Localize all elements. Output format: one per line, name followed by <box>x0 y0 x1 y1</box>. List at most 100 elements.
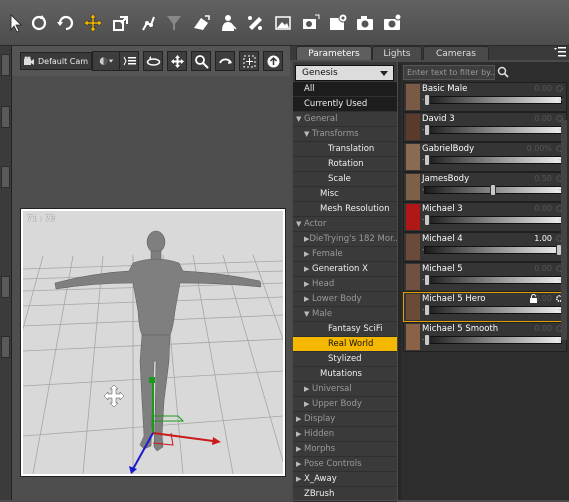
zoom-button[interactable] <box>191 51 211 71</box>
tree-node[interactable]: Rotation <box>293 157 397 172</box>
universal-tool-button[interactable] <box>190 12 212 34</box>
slider-knob[interactable] <box>424 304 430 316</box>
tree-node[interactable]: Translation <box>293 142 397 157</box>
pan-button[interactable] <box>167 51 187 71</box>
param-row[interactable]: David 30.00−+ <box>403 112 567 142</box>
tree-node[interactable]: Misc <box>293 187 397 202</box>
expand-right-icon[interactable]: ▶ <box>296 415 304 423</box>
param-slider[interactable] <box>424 336 562 344</box>
param-slider[interactable] <box>424 306 562 314</box>
joint-editor-button[interactable] <box>138 12 160 34</box>
surface-button[interactable] <box>244 12 266 34</box>
slider-knob[interactable] <box>490 184 496 196</box>
expand-right-icon[interactable]: ▶ <box>304 385 312 393</box>
expand-right-icon[interactable]: ▶ <box>296 445 304 453</box>
tab-lights[interactable]: Lights <box>372 46 422 60</box>
tree-node[interactable]: ▶ Upper Body <box>293 397 397 412</box>
param-slider[interactable] <box>424 156 562 164</box>
expand-right-icon[interactable]: ▶ <box>296 460 304 468</box>
translate-tool-button[interactable] <box>82 12 104 34</box>
slider-knob[interactable] <box>424 274 430 286</box>
slider-knob[interactable] <box>424 154 430 166</box>
slider-knob[interactable] <box>424 94 430 106</box>
gear-icon[interactable] <box>555 84 564 93</box>
param-row[interactable]: JamesBody0.50−+ <box>403 172 567 202</box>
side-tab[interactable] <box>1 276 10 298</box>
param-slider[interactable] <box>424 216 562 224</box>
tree-node[interactable]: ▼ General <box>293 112 397 127</box>
camera-selector[interactable]: Default Cam <box>20 52 92 70</box>
camera-settings-button[interactable] <box>300 12 322 34</box>
lock-icon[interactable] <box>529 294 538 303</box>
tree-node[interactable]: ▶ Lower Body <box>293 292 397 307</box>
tree-node[interactable]: ▼ Male <box>293 307 397 322</box>
slider-knob[interactable] <box>424 334 430 346</box>
param-row[interactable]: Michael 50.00−+ <box>403 262 567 292</box>
tree-node[interactable]: ▶ Universal <box>293 382 397 397</box>
tree-node[interactable]: ▶ Display <box>293 412 397 427</box>
param-row[interactable]: Basic Male0.00−+ <box>403 82 567 112</box>
tree-node[interactable]: ▼ Transforms <box>293 127 397 142</box>
param-row[interactable]: Michael 5 Smooth0.00−+ <box>403 322 567 352</box>
param-value[interactable]: 0.00 <box>534 204 552 213</box>
expand-right-icon[interactable]: ▶ <box>304 295 312 303</box>
param-row[interactable]: Michael 5 Hero0.00−+ <box>403 292 567 322</box>
orbit-button[interactable] <box>143 51 163 71</box>
tree-node[interactable]: Mutations <box>293 367 397 382</box>
tree-node[interactable]: Scale <box>293 172 397 187</box>
tree-node[interactable]: ▶ Head <box>293 277 397 292</box>
expand-down-icon[interactable]: ▼ <box>296 220 304 228</box>
param-value[interactable]: 0.00 <box>534 264 552 273</box>
param-value[interactable]: 0.00 <box>534 114 552 123</box>
pane-menu-icon[interactable] <box>553 46 567 58</box>
params-scrollbar[interactable] <box>561 120 567 340</box>
options-button[interactable] <box>119 51 139 71</box>
tree-node[interactable]: ▶ Hidden <box>293 427 397 442</box>
param-slider[interactable] <box>424 96 562 104</box>
tab-parameters[interactable]: Parameters <box>296 46 372 60</box>
search-icon[interactable] <box>497 66 509 78</box>
tree-node[interactable]: Mesh Resolution <box>293 202 397 217</box>
tree-node[interactable]: ▶ Generation X <box>293 262 397 277</box>
param-row[interactable]: GabrielBody0.00%−+ <box>403 142 567 172</box>
slider-knob[interactable] <box>424 214 430 226</box>
param-value[interactable]: 0.00 <box>534 84 552 93</box>
param-slider[interactable] <box>424 126 562 134</box>
expand-right-icon[interactable]: ▶ <box>304 400 312 408</box>
param-value[interactable]: 0.00 <box>534 324 552 333</box>
render-settings-button[interactable] <box>327 12 349 34</box>
tree-node[interactable]: ▶ DieTrying's 182 Mor... <box>293 232 397 247</box>
funnel-button[interactable] <box>163 12 185 34</box>
param-slider[interactable] <box>424 276 562 284</box>
expand-right-icon[interactable]: ▶ <box>296 475 304 483</box>
side-tab[interactable] <box>1 54 10 76</box>
tree-node[interactable]: ▶ Female <box>293 247 397 262</box>
expand-down-icon[interactable]: ▼ <box>304 130 312 138</box>
expand-right-icon[interactable]: ▶ <box>296 430 304 438</box>
tab-cameras[interactable]: Cameras <box>423 46 489 60</box>
scale-tool-button[interactable] <box>110 12 132 34</box>
tree-node[interactable]: ▶ Pose Controls <box>293 457 397 472</box>
param-slider[interactable] <box>424 246 562 254</box>
side-tab[interactable] <box>1 166 10 188</box>
param-value[interactable]: 0.00% <box>527 144 552 153</box>
param-row[interactable]: Michael 30.00−+ <box>403 202 567 232</box>
side-tab[interactable] <box>1 106 10 128</box>
tree-node[interactable]: Stylized <box>293 352 397 367</box>
figure-selector[interactable]: Genesis <box>295 65 394 81</box>
home-view-button[interactable] <box>263 51 283 71</box>
rotate-tool-button[interactable] <box>55 12 77 34</box>
draw-style-button[interactable] <box>92 51 120 71</box>
side-tab[interactable] <box>1 336 10 358</box>
param-value[interactable]: 1.00 <box>534 234 552 243</box>
rotate-camera-button[interactable] <box>28 12 50 34</box>
tree-node[interactable]: Fantasy SciFi <box>293 322 397 337</box>
select-tool-button[interactable] <box>4 12 26 34</box>
expand-right-icon[interactable]: ▶ <box>304 280 312 288</box>
expand-down-icon[interactable]: ▼ <box>296 115 304 123</box>
tree-node[interactable]: Real World <box>293 337 397 352</box>
slider-knob[interactable] <box>424 124 430 136</box>
camera2-button[interactable] <box>381 12 403 34</box>
tree-node[interactable]: ▼ Actor <box>293 217 397 232</box>
expand-right-icon[interactable]: ▶ <box>304 265 312 273</box>
